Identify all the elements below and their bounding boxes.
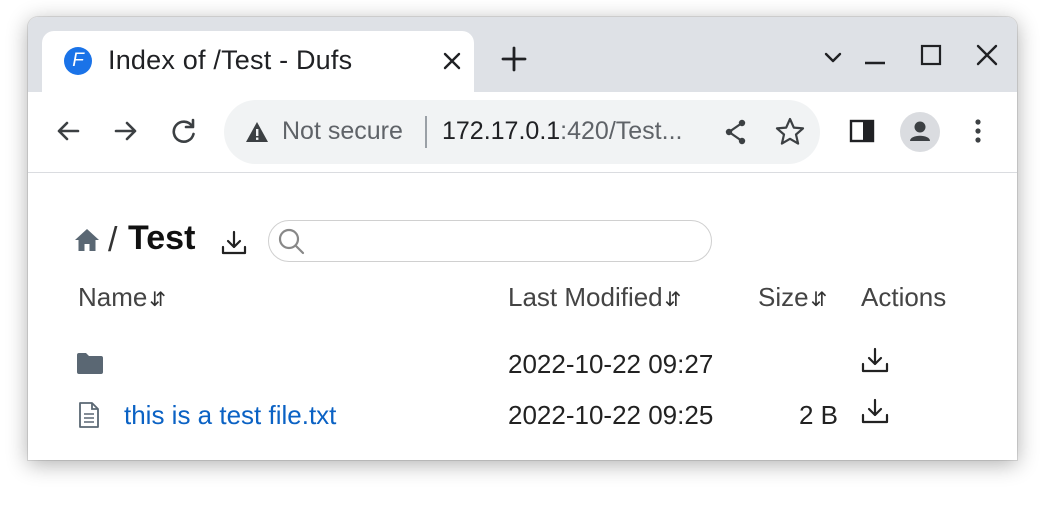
tab-active[interactable]: F Index of /Test - Dufs (42, 31, 474, 92)
browser-toolbar: Not secure 172.17.0.1:420/Test... (28, 92, 1017, 173)
url-host: 172.17.0.1 (442, 117, 561, 145)
search-input[interactable] (311, 227, 695, 257)
reload-icon[interactable] (166, 113, 202, 149)
file-size: 2 B (798, 400, 838, 430)
sort-arrows-icon: ⇵ (810, 289, 828, 311)
profile-icon[interactable] (900, 112, 940, 152)
download-icon[interactable] (859, 396, 891, 428)
modified-date: 2022-10-22 09:27 (508, 349, 714, 379)
header-actions-label: Actions (861, 282, 947, 312)
side-panel-icon[interactable] (844, 113, 880, 149)
text-file-icon[interactable] (78, 402, 100, 428)
kebab-menu-icon[interactable] (960, 113, 996, 149)
url-text[interactable]: 172.17.0.1:420/Test... (442, 117, 682, 146)
tab-strip: F Index of /Test - Dufs (28, 17, 1017, 92)
header-modified-label: Last Modified (508, 282, 663, 312)
current-directory: Test (128, 219, 196, 257)
column-header-actions: Actions (861, 282, 946, 313)
header-size-label: Size (758, 282, 809, 312)
download-icon[interactable] (859, 345, 891, 377)
search-box[interactable] (268, 220, 712, 262)
minimize-icon[interactable] (858, 39, 892, 73)
folder-icon[interactable] (76, 351, 104, 375)
download-icon[interactable] (218, 227, 250, 259)
warning-triangle-icon[interactable] (244, 119, 270, 145)
page-content: / Test Name ⇵ Last Modified ⇵ Size ⇵ Action… (28, 173, 1017, 460)
arrow-left-icon[interactable] (50, 113, 86, 149)
omnibox-divider (425, 116, 427, 148)
close-tab-icon[interactable] (434, 43, 470, 79)
arrow-right-icon[interactable] (108, 113, 144, 149)
share-icon[interactable] (718, 114, 754, 150)
url-path: :420/Test... (560, 117, 683, 145)
home-icon[interactable] (74, 227, 100, 253)
tab-title: Index of /Test - Dufs (108, 45, 353, 75)
security-status-label[interactable]: Not secure (282, 117, 403, 146)
column-header-name[interactable]: Name ⇵ (78, 282, 166, 313)
header-name-label: Name (78, 282, 148, 312)
file-name-link[interactable]: this is a test file.txt (124, 400, 336, 431)
new-tab-icon[interactable] (498, 43, 530, 75)
favicon-letter: F (72, 50, 84, 71)
search-icon (275, 225, 307, 257)
column-header-last-modified[interactable]: Last Modified ⇵ (508, 282, 681, 313)
address-bar[interactable]: Not secure 172.17.0.1:420/Test... (224, 100, 820, 164)
sort-arrows-icon: ⇵ (664, 289, 682, 311)
sort-arrows-icon: ⇵ (149, 289, 167, 311)
breadcrumb-separator: / (108, 221, 118, 259)
close-window-icon[interactable] (970, 39, 1004, 73)
maximize-icon[interactable] (914, 39, 948, 73)
column-header-size[interactable]: Size ⇵ (758, 282, 827, 313)
tab-search-chevron-down-icon[interactable] (816, 39, 850, 73)
dufs-favicon-icon: F (64, 47, 92, 75)
star-icon[interactable] (772, 114, 808, 150)
browser-window: F Index of /Test - Dufs Not secure 172.1… (28, 17, 1017, 460)
modified-date: 2022-10-22 09:25 (508, 400, 714, 430)
